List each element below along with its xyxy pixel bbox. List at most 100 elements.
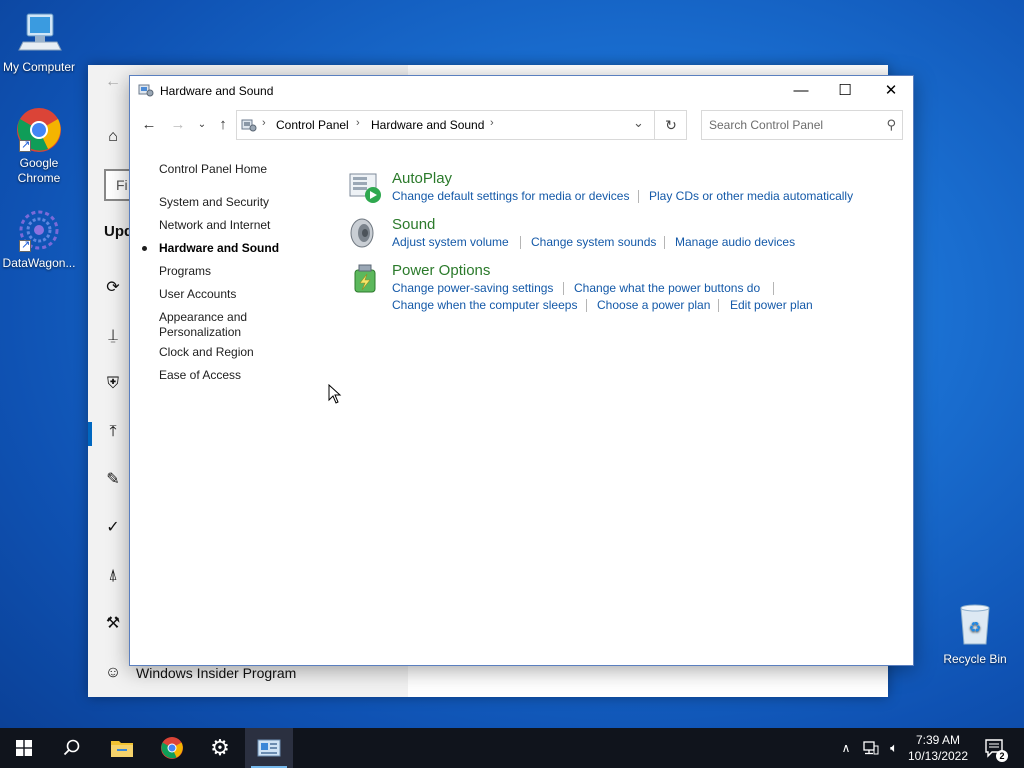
back-arrow-icon[interactable]: ← xyxy=(102,71,124,93)
taskbar-control-panel[interactable] xyxy=(245,728,293,768)
desktop-icon-google-chrome[interactable]: Google Chrome xyxy=(0,106,79,186)
link-play-cds[interactable]: Play CDs or other media automatically xyxy=(649,189,853,203)
forward-arrow-icon[interactable]: → xyxy=(168,115,188,135)
check-circle-icon[interactable]: ✓ xyxy=(102,517,124,539)
power-options-icon[interactable] xyxy=(348,262,382,296)
nav-hardware-and-sound: Hardware and Sound xyxy=(159,241,280,255)
search-icon[interactable]: ⚲ xyxy=(886,117,896,133)
desktop-icon-label: DataWagon... xyxy=(2,256,76,270)
recycle-bin-icon: ♻ xyxy=(953,602,997,646)
address-bar[interactable]: › Control Panel › Hardware and Sound › ⌄… xyxy=(236,110,687,140)
link-change-system-sounds[interactable]: Change system sounds xyxy=(531,235,656,249)
recent-locations-chevron-icon[interactable]: ⌄ xyxy=(192,115,212,135)
link-edit-power-plan[interactable]: Edit power plan xyxy=(730,298,813,312)
desktop-icon-label: My Computer xyxy=(2,60,76,74)
breadcrumb-control-panel[interactable]: Control Panel xyxy=(276,118,349,132)
tools-icon[interactable]: ⚒ xyxy=(102,613,124,635)
search-control-panel[interactable]: ⚲ xyxy=(701,110,903,140)
desktop-icon-my-computer[interactable]: My Computer xyxy=(0,10,79,75)
nav-ease-of-access[interactable]: Ease of Access xyxy=(159,368,241,383)
link-change-when-computer-sleeps[interactable]: Change when the computer sleeps xyxy=(392,298,577,312)
taskbar-search-button[interactable] xyxy=(48,728,96,768)
show-hidden-icons-chevron-icon[interactable]: ∧ xyxy=(836,728,856,768)
chrome-icon xyxy=(161,737,183,759)
taskbar: ⚙ ∧ 🔈︎ 7:39 AM 10/13/2022 2 xyxy=(0,728,1024,768)
mouse-cursor-icon xyxy=(328,383,342,408)
start-button[interactable] xyxy=(0,728,48,768)
settings-gear-icon: ⚙ xyxy=(210,735,230,760)
link-change-power-buttons[interactable]: Change what the power buttons do xyxy=(574,281,760,295)
autoplay-icon[interactable] xyxy=(348,170,382,204)
nav-system-and-security[interactable]: System and Security xyxy=(159,195,269,210)
sound-title[interactable]: Sound xyxy=(392,216,435,233)
upload-icon[interactable]: ⤒ xyxy=(102,421,124,443)
taskbar-clock[interactable]: 7:39 AM 10/13/2022 xyxy=(902,732,974,764)
breadcrumb-chevron-icon[interactable]: › xyxy=(262,117,266,129)
person-location-icon[interactable]: ⍋ xyxy=(102,565,124,587)
datawagon-icon xyxy=(15,206,63,254)
desktop-icon-recycle-bin[interactable]: ♻ Recycle Bin xyxy=(940,602,1010,666)
maximize-button[interactable]: ☐ xyxy=(822,76,868,106)
taskbar-chrome[interactable] xyxy=(148,728,196,768)
control-panel-window[interactable]: Hardware and Sound — ☐ ✕ ← → ⌄ ↑ › Contr… xyxy=(129,75,914,666)
link-change-default-settings[interactable]: Change default settings for media or dev… xyxy=(392,189,629,203)
link-separator xyxy=(563,282,564,295)
desktop-icon-label: Recycle Bin xyxy=(943,652,1007,666)
start-icon xyxy=(16,740,32,756)
address-location-icon xyxy=(241,118,257,135)
power-options-title[interactable]: Power Options xyxy=(392,262,490,279)
svg-text:♻: ♻ xyxy=(969,620,982,636)
nav-network-and-internet[interactable]: Network and Internet xyxy=(159,218,270,233)
search-input[interactable] xyxy=(709,117,874,133)
link-choose-power-plan[interactable]: Choose a power plan xyxy=(597,298,710,312)
link-adjust-system-volume[interactable]: Adjust system volume xyxy=(392,235,509,249)
shield-icon[interactable]: ⛨ xyxy=(102,373,124,395)
sync-icon[interactable]: ⟳ xyxy=(102,277,124,299)
computer-icon xyxy=(15,10,63,58)
chrome-icon xyxy=(15,106,63,154)
search-icon xyxy=(63,739,80,756)
back-arrow-icon[interactable]: ← xyxy=(139,115,159,135)
active-bullet-icon xyxy=(142,246,147,251)
close-button[interactable]: ✕ xyxy=(868,76,914,106)
refresh-button[interactable]: ↻ xyxy=(654,111,687,139)
shortcut-arrow-icon xyxy=(19,138,31,153)
settings-search-text: Fi xyxy=(116,177,128,193)
breadcrumb-chevron-icon[interactable]: › xyxy=(356,117,360,129)
link-change-power-saving-settings[interactable]: Change power-saving settings xyxy=(392,281,553,295)
shortcut-arrow-icon xyxy=(19,238,31,253)
breadcrumb-chevron-icon[interactable]: › xyxy=(490,117,494,129)
volume-icon[interactable]: 🔈︎ xyxy=(884,728,904,768)
link-separator xyxy=(664,236,665,249)
desktop-icon-label: Google Chrome xyxy=(17,156,61,185)
clock-time: 7:39 AM xyxy=(915,733,961,747)
nav-user-accounts[interactable]: User Accounts xyxy=(159,287,236,302)
cat-icon[interactable]: ☺ xyxy=(102,662,124,684)
wrench-icon[interactable]: ✎ xyxy=(102,469,124,491)
breadcrumb-hardware-and-sound[interactable]: Hardware and Sound xyxy=(371,118,484,132)
taskbar-settings[interactable]: ⚙ xyxy=(196,728,244,768)
up-arrow-icon[interactable]: ↑ xyxy=(213,115,233,135)
taskbar-file-explorer[interactable] xyxy=(98,728,146,768)
nav-appearance-and-personalization[interactable]: Appearance and Personalization xyxy=(159,310,259,340)
address-dropdown-chevron-icon[interactable]: ⌄ xyxy=(633,115,644,131)
action-center-button[interactable]: 2 xyxy=(980,728,1010,768)
speaker-icon[interactable] xyxy=(348,216,382,250)
control-panel-icon xyxy=(138,83,154,97)
autoplay-title[interactable]: AutoPlay xyxy=(392,170,452,187)
home-icon[interactable]: ⌂ xyxy=(102,126,124,148)
control-panel-icon xyxy=(257,739,281,757)
file-explorer-icon xyxy=(111,741,133,757)
link-manage-audio-devices[interactable]: Manage audio devices xyxy=(675,235,795,249)
desktop-icon-datawagon[interactable]: DataWagon... xyxy=(0,206,79,271)
nav-control-panel-home[interactable]: Control Panel Home xyxy=(159,162,267,177)
delivery-icon[interactable]: ⍊ xyxy=(102,325,124,347)
network-icon[interactable] xyxy=(860,728,882,768)
windows-insider-program-label[interactable]: Windows Insider Program xyxy=(136,665,296,681)
minimize-button[interactable]: — xyxy=(778,76,824,106)
nav-clock-and-region[interactable]: Clock and Region xyxy=(159,345,254,360)
nav-programs[interactable]: Programs xyxy=(159,264,211,279)
title-bar[interactable]: Hardware and Sound — ☐ ✕ xyxy=(130,76,913,106)
settings-active-indicator xyxy=(88,422,92,446)
link-separator xyxy=(520,236,521,249)
